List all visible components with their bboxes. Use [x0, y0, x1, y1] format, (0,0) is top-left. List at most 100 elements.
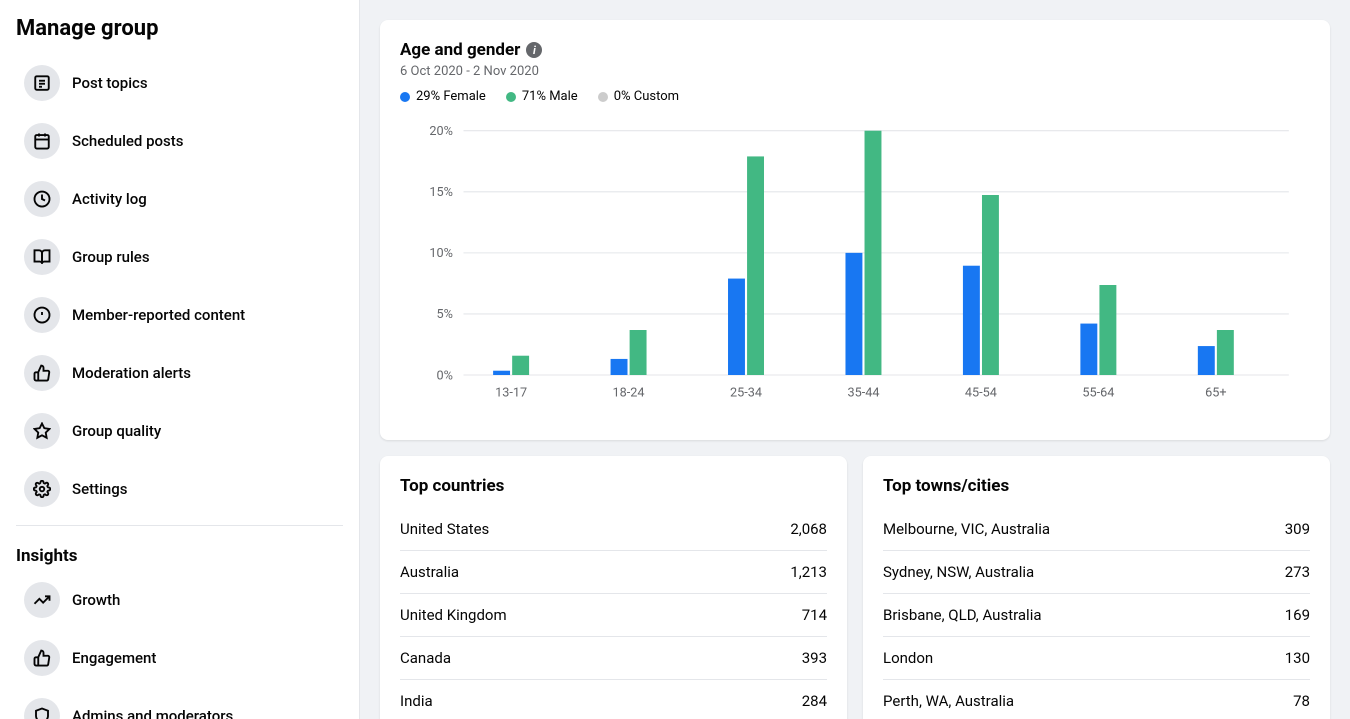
sidebar-title: Manage group — [0, 0, 359, 53]
country-row-ca: Canada 393 — [400, 637, 827, 680]
city-row-3: London 130 — [883, 637, 1310, 680]
city-value: 78 — [1293, 692, 1310, 710]
city-value: 169 — [1285, 606, 1310, 624]
sidebar-item-label: Growth — [72, 591, 120, 609]
settings-icon — [24, 471, 60, 507]
activity-log-icon — [24, 181, 60, 217]
svg-text:18-24: 18-24 — [613, 385, 645, 400]
bar-male-65plus — [1217, 330, 1234, 375]
country-name: Australia — [400, 563, 459, 581]
city-name: Sydney, NSW, Australia — [883, 563, 1034, 581]
country-name: United States — [400, 520, 489, 538]
country-row-au: Australia 1,213 — [400, 551, 827, 594]
countries-title: Top countries — [400, 476, 827, 496]
sidebar-item-label: Scheduled posts — [72, 132, 184, 150]
country-name: India — [400, 692, 433, 710]
member-reported-icon — [24, 297, 60, 333]
bar-male-25-34 — [747, 156, 764, 375]
sidebar-item-label: Group quality — [72, 422, 161, 440]
sidebar-item-activity-log[interactable]: Activity log — [8, 171, 351, 227]
sidebar-item-label: Settings — [72, 480, 128, 498]
bar-female-55-64 — [1080, 324, 1097, 375]
legend-custom: 0% Custom — [598, 89, 679, 104]
bar-female-45-54 — [963, 266, 980, 375]
sidebar-item-moderation-alerts[interactable]: Moderation alerts — [8, 345, 351, 401]
svg-text:25-34: 25-34 — [730, 385, 762, 400]
top-countries-card: Top countries United States 2,068 Austra… — [380, 456, 847, 719]
svg-text:13-17: 13-17 — [495, 385, 527, 400]
bar-male-13-17 — [512, 356, 529, 375]
svg-text:20%: 20% — [429, 124, 453, 139]
sidebar-item-engagement[interactable]: Engagement — [8, 630, 351, 686]
top-cities-card: Top towns/cities Melbourne, VIC, Austral… — [863, 456, 1330, 719]
bar-female-13-17 — [493, 371, 510, 375]
city-name: Melbourne, VIC, Australia — [883, 520, 1050, 538]
custom-dot — [598, 92, 608, 102]
bar-female-18-24 — [611, 359, 628, 375]
bar-female-35-44 — [845, 253, 862, 375]
bar-chart: 20% 15% 10% 5% 0% — [400, 120, 1310, 420]
city-name: London — [883, 649, 933, 667]
growth-icon — [24, 582, 60, 618]
cities-title: Top towns/cities — [883, 476, 1310, 496]
country-name: United Kingdom — [400, 606, 507, 624]
sidebar-divider — [16, 525, 343, 526]
group-quality-icon — [24, 413, 60, 449]
sidebar-item-scheduled-posts[interactable]: Scheduled posts — [8, 113, 351, 169]
sidebar-item-growth[interactable]: Growth — [8, 572, 351, 628]
bottom-cards-row: Top countries United States 2,068 Austra… — [380, 456, 1330, 719]
engagement-icon — [24, 640, 60, 676]
svg-text:35-44: 35-44 — [847, 385, 879, 400]
sidebar-item-label: Admins and moderators — [72, 707, 233, 719]
svg-text:65+: 65+ — [1205, 385, 1226, 400]
sidebar-item-admins-moderators[interactable]: Admins and moderators — [8, 688, 351, 719]
moderation-alerts-icon — [24, 355, 60, 391]
city-row-0: Melbourne, VIC, Australia 309 — [883, 508, 1310, 551]
male-dot — [506, 92, 516, 102]
sidebar-item-post-topics[interactable]: Post topics — [8, 55, 351, 111]
chart-title: Age and gender i — [400, 40, 1310, 60]
country-value: 714 — [802, 606, 827, 624]
chart-svg: 20% 15% 10% 5% 0% — [400, 120, 1310, 420]
city-row-2: Brisbane, QLD, Australia 169 — [883, 594, 1310, 637]
city-value: 130 — [1285, 649, 1310, 667]
country-value: 393 — [802, 649, 827, 667]
svg-text:55-64: 55-64 — [1082, 385, 1114, 400]
city-value: 309 — [1285, 520, 1310, 538]
bar-male-18-24 — [630, 330, 647, 375]
group-rules-icon — [24, 239, 60, 275]
sidebar-item-label: Moderation alerts — [72, 364, 191, 382]
svg-text:0%: 0% — [436, 368, 452, 383]
sidebar-item-member-reported[interactable]: Member-reported content — [8, 287, 351, 343]
sidebar-item-label: Post topics — [72, 74, 148, 92]
sidebar-item-label: Activity log — [72, 190, 147, 208]
country-row-us: United States 2,068 — [400, 508, 827, 551]
svg-text:5%: 5% — [436, 307, 452, 322]
chart-legend: 29% Female 71% Male 0% Custom — [400, 89, 1310, 104]
legend-male: 71% Male — [506, 89, 578, 104]
country-value: 2,068 — [790, 520, 827, 538]
sidebar-item-label: Engagement — [72, 649, 156, 667]
city-name: Brisbane, QLD, Australia — [883, 606, 1042, 624]
admins-icon — [24, 698, 60, 719]
age-gender-card: Age and gender i 6 Oct 2020 - 2 Nov 2020… — [380, 20, 1330, 440]
sidebar-item-group-quality[interactable]: Group quality — [8, 403, 351, 459]
bar-male-35-44 — [865, 131, 882, 375]
bar-female-65plus — [1198, 346, 1215, 375]
sidebar-item-settings[interactable]: Settings — [8, 461, 351, 517]
info-icon[interactable]: i — [526, 42, 542, 58]
bar-female-25-34 — [728, 279, 745, 375]
legend-female: 29% Female — [400, 89, 486, 104]
svg-text:10%: 10% — [429, 246, 453, 261]
female-dot — [400, 92, 410, 102]
country-value: 284 — [802, 692, 827, 710]
bar-male-45-54 — [982, 195, 999, 375]
bar-male-55-64 — [1099, 285, 1116, 375]
insights-section-label: Insights — [0, 534, 359, 570]
city-row-1: Sydney, NSW, Australia 273 — [883, 551, 1310, 594]
city-name: Perth, WA, Australia — [883, 692, 1014, 710]
post-topics-icon — [24, 65, 60, 101]
sidebar-item-group-rules[interactable]: Group rules — [8, 229, 351, 285]
svg-text:15%: 15% — [429, 185, 453, 200]
chart-date-range: 6 Oct 2020 - 2 Nov 2020 — [400, 64, 1310, 79]
